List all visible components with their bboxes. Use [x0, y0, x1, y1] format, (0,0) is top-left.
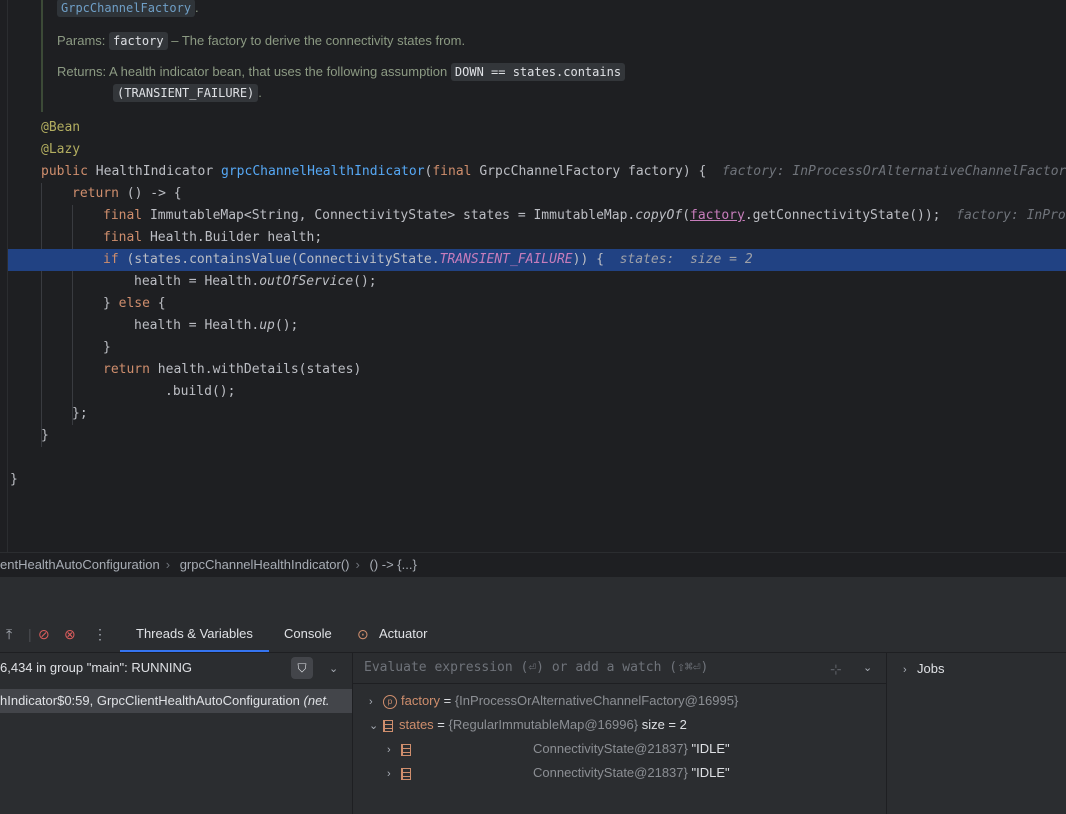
code-line-bean: @Bean — [41, 120, 81, 135]
variables-pane: Evaluate expression (⏎) or add a watch (… — [353, 653, 887, 814]
mute-breakpoints-icon[interactable]: ⊗ — [64, 625, 76, 643]
code-line-health-decl: final Health.Builder health; — [103, 230, 323, 245]
javadoc-bar — [41, 0, 43, 112]
doc-params-label: Params: — [57, 33, 106, 48]
doc-link-line: GrpcChannelFactory. — [57, 0, 199, 18]
add-watch-icon[interactable]: ⊹ — [830, 660, 842, 678]
frame-row-selected[interactable]: hIndicator$0:59, GrpcClientHealthAutoCon… — [0, 689, 352, 713]
variable-row-factory[interactable]: › p factory = {InProcessOrAlternativeChann… — [369, 689, 738, 713]
chevron-right-icon: › — [903, 664, 907, 676]
gutter-divider — [7, 0, 8, 552]
chevron-right-icon: › — [387, 744, 391, 756]
threads-frames-pane: 6,434 in group "main": RUNNING ⛉ ⌄ hIndi… — [0, 653, 353, 814]
chevron-down-icon[interactable]: ⌄ — [863, 659, 872, 677]
code-line-close-method: } — [41, 428, 49, 443]
breadcrumb-method[interactable]: grpcChannelHealthIndicator() — [180, 557, 350, 572]
variable-row-entry[interactable]: › ConnectivityState@21837} "IDLE" — [387, 737, 730, 761]
current-execution-line: if (states.containsValue(ConnectivitySta… — [8, 249, 1066, 271]
doc-returns-desc: A health indicator bean, that uses the f… — [109, 64, 448, 79]
chevron-right-icon: › — [387, 768, 391, 780]
code-editor[interactable]: GrpcChannelFactory. Params: factory – Th… — [0, 0, 1066, 552]
doc-link-chip[interactable]: GrpcChannelFactory — [57, 0, 196, 17]
doc-returns-code: DOWN == states.contains — [450, 63, 626, 81]
code-line-return-lambda: return () -> { — [72, 186, 182, 201]
tab-threads-variables[interactable]: Threads & Variables — [120, 616, 269, 652]
code-line-states: final ImmutableMap<String, ConnectivityS… — [103, 205, 1066, 227]
map-icon — [383, 719, 393, 732]
indent-guide — [41, 183, 42, 447]
code-line-build: .build(); — [165, 384, 236, 399]
step-out-icon[interactable]: ⤒ — [6, 625, 12, 643]
view-breakpoints-icon[interactable]: ⊘ — [38, 625, 50, 643]
chevron-down-icon: ⌄ — [369, 720, 379, 732]
inline-value-hint: factory: InProcessOrAlternativeChannelFa… — [721, 164, 1066, 179]
filter-icon[interactable]: ⛉ — [291, 657, 313, 679]
indent-guide — [72, 205, 73, 425]
inline-value-hint: states: size = 2 — [619, 252, 753, 267]
doc-params-line: Params: factory – The factory to derive … — [57, 31, 465, 51]
debug-toolbar: ⤒ | ⊘ ⊗ ⋮ Threads & Variables Console ⊙ … — [0, 616, 1066, 653]
code-line-close-lambda: }; — [72, 406, 88, 421]
doc-returns-line-2: (TRANSIENT_FAILURE). — [113, 83, 262, 103]
map-entry-icon — [401, 743, 411, 756]
map-entry-icon — [401, 767, 411, 780]
code-line-return-health: return health.withDetails(states) — [103, 362, 362, 377]
doc-returns-code-2: (TRANSIENT_FAILURE) — [113, 84, 259, 102]
doc-returns-label: Returns: — [57, 64, 107, 79]
jobs-pane: › Jobs — [887, 653, 1066, 814]
tab-console[interactable]: Console — [284, 616, 332, 652]
actuator-icon: ⊙ — [357, 626, 369, 642]
tab-actuator[interactable]: Actuator — [379, 616, 427, 652]
code-line-close-class: } — [10, 472, 18, 487]
code-line-out-of-service: health = Health.outOfService(); — [134, 274, 377, 289]
code-line-up: health = Health.up(); — [134, 318, 299, 333]
panel-splitter[interactable] — [0, 577, 1066, 616]
variable-row-states[interactable]: ⌄ states = {RegularImmutableMap@16996} si… — [369, 713, 687, 737]
inline-value-hint: factory: InProcessOrAlternativeChannelFa… — [956, 208, 1066, 223]
parameter-icon: p — [383, 694, 397, 709]
breadcrumb: entHealthAutoConfiguration › grpcChannelH… — [0, 552, 1066, 577]
more-options-icon[interactable]: ⋮ — [93, 625, 107, 643]
variable-row-entry[interactable]: › ConnectivityState@21837} "IDLE" — [387, 761, 730, 785]
jobs-node[interactable]: › Jobs — [903, 657, 944, 682]
code-line-else: } else { — [103, 296, 166, 311]
chevron-right-icon: › — [369, 696, 373, 708]
code-line-lazy: @Lazy — [41, 142, 81, 157]
doc-param-chip: factory — [109, 32, 168, 50]
breadcrumb-class[interactable]: entHealthAutoConfiguration — [0, 557, 160, 572]
code-line-method-signature: public HealthIndicator grpcChannelHealth… — [41, 161, 1066, 183]
breadcrumb-lambda[interactable]: () -> {...} — [369, 557, 416, 572]
code-line-close-if: } — [103, 340, 111, 355]
evaluate-expression-input[interactable]: Evaluate expression (⏎) or add a watch (… — [353, 653, 886, 684]
doc-param-desc: – The factory to derive the connectivity… — [171, 33, 466, 48]
chevron-down-icon[interactable]: ⌄ — [329, 660, 338, 678]
doc-returns-line: Returns: A health indicator bean, that u… — [57, 62, 626, 82]
